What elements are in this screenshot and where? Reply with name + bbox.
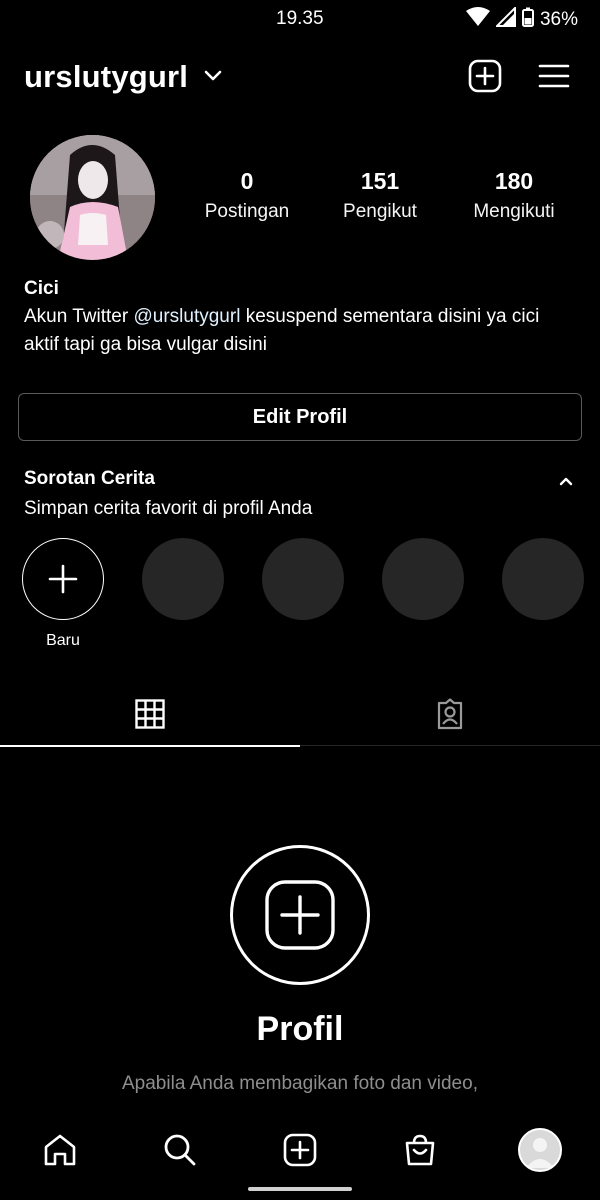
plus-icon	[48, 564, 78, 594]
status-icons: 36%	[465, 5, 578, 32]
display-name: Cici	[24, 278, 59, 299]
nav-profile[interactable]	[510, 1120, 570, 1180]
stat-posts[interactable]: 0 Postingan	[182, 168, 312, 223]
stat-following[interactable]: 180 Mengikuti	[449, 168, 579, 223]
bio-mention-link[interactable]: @urslutygurl	[133, 306, 240, 327]
create-first-post-button[interactable]	[230, 845, 370, 985]
highlight-placeholder	[502, 538, 584, 620]
highlight-placeholder	[142, 538, 224, 620]
signal-icon	[494, 5, 516, 32]
posts-count: 0	[240, 168, 254, 194]
nav-create[interactable]	[270, 1120, 330, 1180]
following-label: Mengikuti	[473, 201, 555, 222]
profile-header: urslutygurl	[24, 55, 576, 101]
status-time: 19.35	[276, 8, 324, 29]
highlight-placeholder	[262, 538, 344, 620]
highlights-title: Sorotan Cerita	[24, 468, 155, 489]
followers-count: 151	[360, 168, 400, 194]
profile-bio: Cici Akun Twitter @urslutygurl kesuspend…	[24, 278, 576, 359]
empty-state-description: Apabila Anda membagikan foto dan video,	[122, 1073, 478, 1094]
bio-text: Akun Twitter @urslutygurl kesuspend seme…	[24, 303, 576, 359]
create-icon	[283, 1133, 317, 1167]
highlights-subtitle: Simpan cerita favorit di profil Anda	[24, 498, 313, 519]
battery-percent: 36%	[539, 8, 578, 30]
posts-label: Postingan	[204, 201, 290, 222]
grid-icon	[135, 698, 165, 734]
nav-shop[interactable]	[390, 1120, 450, 1180]
home-indicator[interactable]	[248, 1187, 352, 1191]
profile-avatar-small	[518, 1128, 562, 1172]
tab-tagged[interactable]	[300, 686, 600, 746]
home-icon	[44, 1134, 76, 1166]
empty-state-title: Profil	[256, 1010, 344, 1048]
active-tab-indicator	[0, 745, 300, 747]
chevron-down-icon[interactable]	[204, 69, 222, 87]
status-bar: 19.35 36%	[0, 0, 600, 38]
shop-icon	[405, 1134, 435, 1166]
followers-label: Pengikut	[343, 201, 417, 222]
add-post-icon	[265, 880, 335, 950]
wifi-icon	[465, 7, 490, 32]
nav-home[interactable]	[30, 1120, 90, 1180]
bio-prefix: Akun Twitter	[24, 306, 134, 327]
following-count: 180	[494, 168, 534, 194]
edit-profile-button[interactable]: Edit Profil	[18, 393, 582, 441]
search-icon	[164, 1134, 196, 1166]
highlight-placeholder	[382, 538, 464, 620]
battery-icon	[521, 7, 534, 32]
chevron-up-icon[interactable]	[558, 474, 574, 492]
new-highlight-button[interactable]	[22, 538, 104, 620]
highlights-row: Baru	[0, 538, 600, 658]
new-post-icon[interactable]	[468, 59, 502, 98]
username[interactable]: urslutygurl	[24, 59, 188, 95]
story-highlights-section: Sorotan Cerita Simpan cerita favorit di …	[24, 468, 576, 520]
tagged-icon	[434, 697, 466, 735]
profile-avatar[interactable]	[30, 135, 155, 260]
new-highlight-label: Baru	[46, 632, 80, 649]
tab-grid[interactable]	[0, 686, 300, 747]
menu-icon[interactable]	[538, 63, 570, 94]
profile-tabs	[0, 686, 600, 747]
stat-followers[interactable]: 151 Pengikut	[315, 168, 445, 223]
nav-search[interactable]	[150, 1120, 210, 1180]
